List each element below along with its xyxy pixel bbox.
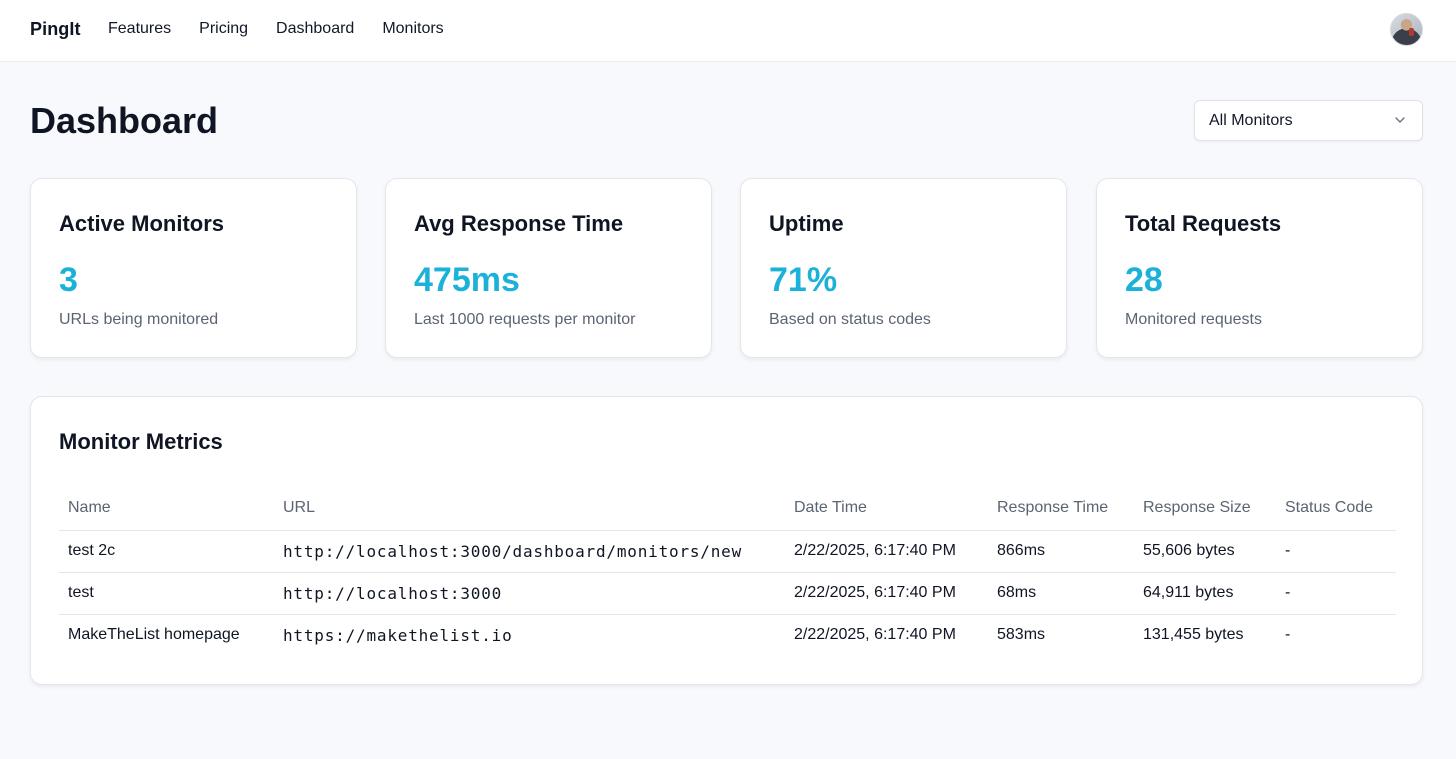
cell-status-code: - (1276, 572, 1396, 615)
stat-description: URLs being monitored (59, 311, 219, 328)
table-header-row: Name URL Date Time Response Time Respons… (59, 486, 1396, 531)
stat-description: Based on status codes (769, 311, 931, 328)
column-header-status-code[interactable]: Status Code (1276, 486, 1396, 531)
cell-response-size: 131,455 bytes (1143, 626, 1244, 644)
column-header-response-time[interactable]: Response Time (988, 486, 1134, 531)
chevron-down-icon (1395, 117, 1405, 123)
panel-title: Monitor Metrics (59, 429, 223, 454)
cell-response-time: 583ms (997, 626, 1046, 644)
stat-title: Active Monitors (59, 211, 225, 236)
stat-value: 71% (769, 261, 838, 299)
stat-card-uptime: Uptime 71% Based on status codes (740, 178, 1067, 358)
cell-date-time: 2/22/2025, 6:17:40 PM (794, 626, 956, 644)
stat-description: Last 1000 requests per monitor (414, 311, 636, 328)
table-row[interactable]: MakeTheList homepage https://makethelist… (59, 614, 1396, 656)
cell-response-size: 64,911 bytes (1134, 572, 1276, 615)
metrics-table: Name URL Date Time Response Time Respons… (59, 486, 1396, 656)
cell-name: test 2c (59, 530, 274, 573)
cell-name: test (59, 572, 274, 615)
brand-logo[interactable]: PingIt (30, 19, 81, 40)
nav-link-features[interactable]: Features (108, 20, 171, 38)
cell-url: https://makethelist.io (283, 625, 513, 645)
top-navbar: PingIt Features Pricing Dashboard Monito… (0, 0, 1456, 62)
cell-name: MakeTheList homepage (68, 626, 240, 644)
stat-title: Total Requests (1125, 211, 1282, 236)
page-title: Dashboard (30, 100, 219, 141)
column-header-response-size[interactable]: Response Size (1134, 486, 1276, 531)
stat-value: 28 (1125, 261, 1163, 299)
table-row[interactable]: test http://localhost:3000 2/22/2025, 6:… (59, 572, 1396, 615)
column-header-date-time[interactable]: Date Time (785, 486, 988, 531)
stat-card-active-monitors: Active Monitors 3 URLs being monitored (30, 178, 357, 358)
monitor-filter-select[interactable]: All Monitors (1194, 100, 1423, 141)
cell-response-time: 68ms (988, 572, 1134, 615)
cell-date-time: 2/22/2025, 6:17:40 PM (785, 530, 988, 573)
stat-card-avg-response-time: Avg Response Time 475ms Last 1000 reques… (385, 178, 712, 358)
nav-links: Features Pricing Dashboard Monitors (108, 20, 472, 38)
stat-value: 3 (59, 261, 78, 299)
avatar-detail (1409, 28, 1414, 36)
stat-description: Monitored requests (1125, 311, 1262, 328)
stat-value: 475ms (414, 261, 520, 299)
cell-url: http://localhost:3000/dashboard/monitors… (274, 530, 785, 573)
column-header-url[interactable]: URL (274, 486, 785, 531)
cell-status-code: - (1285, 626, 1291, 644)
cell-response-time: 866ms (988, 530, 1134, 573)
nav-link-monitors[interactable]: Monitors (382, 20, 443, 38)
cell-status-code: - (1276, 530, 1396, 573)
cell-response-size: 55,606 bytes (1134, 530, 1276, 573)
nav-link-dashboard[interactable]: Dashboard (276, 20, 354, 38)
cell-url: http://localhost:3000 (274, 572, 785, 615)
stat-title: Avg Response Time (414, 211, 624, 236)
stat-title: Uptime (769, 211, 844, 236)
cell-date-time: 2/22/2025, 6:17:40 PM (785, 572, 988, 615)
column-header-name[interactable]: Name (59, 486, 274, 531)
nav-link-pricing[interactable]: Pricing (199, 20, 248, 38)
user-avatar[interactable] (1390, 13, 1423, 46)
table-row[interactable]: test 2c http://localhost:3000/dashboard/… (59, 530, 1396, 573)
monitor-filter-value: All Monitors (1209, 111, 1293, 129)
monitor-metrics-panel: Monitor Metrics Name URL Date Time Respo… (30, 396, 1423, 685)
stat-card-total-requests: Total Requests 28 Monitored requests (1096, 178, 1423, 358)
